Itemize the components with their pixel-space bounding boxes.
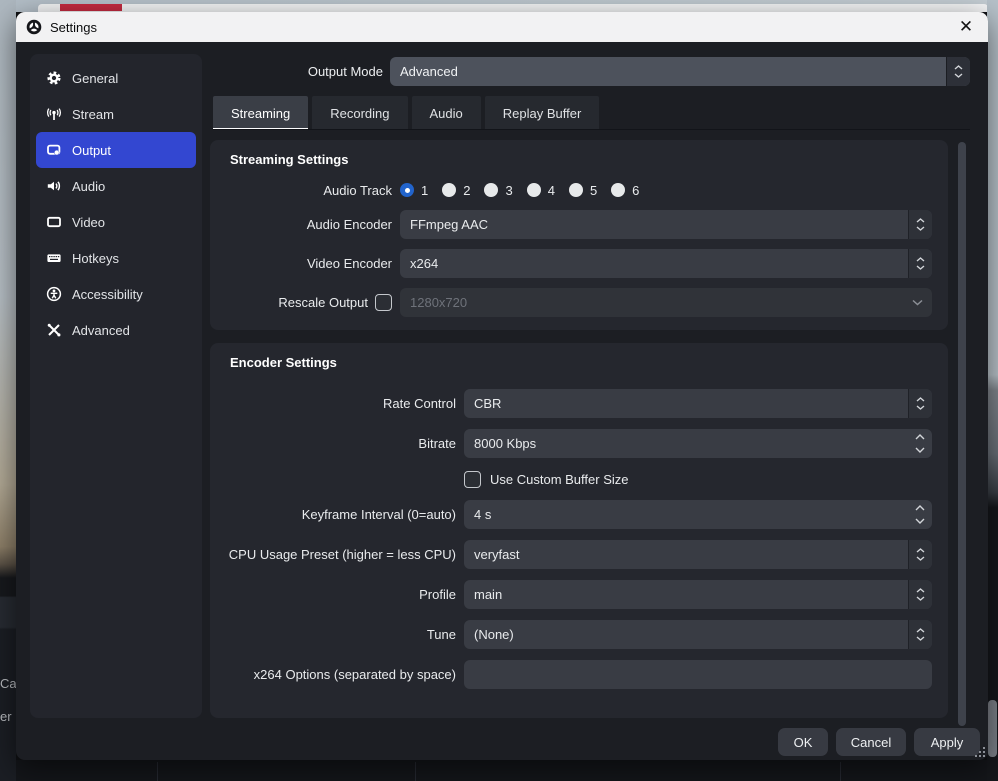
spinner-icon — [908, 249, 932, 278]
audio-track-radio-4[interactable]: 4 — [527, 183, 555, 198]
audio-track-radio-6[interactable]: 6 — [611, 183, 639, 198]
group-title: Encoder Settings — [220, 355, 932, 370]
cancel-button[interactable]: Cancel — [836, 728, 906, 756]
cpu-preset-select[interactable]: veryfast — [464, 540, 932, 569]
audio-track-radio-5[interactable]: 5 — [569, 183, 597, 198]
bitrate-row: Bitrate 8000 Kbps — [220, 429, 932, 458]
sidebar-item-hotkeys[interactable]: Hotkeys — [36, 240, 196, 276]
output-mode-label: Output Mode — [183, 57, 383, 86]
video-encoder-row: Video Encoder x264 — [220, 249, 932, 278]
apply-button[interactable]: Apply — [914, 728, 980, 756]
spinner-icon — [908, 500, 932, 529]
rescale-output-checkbox[interactable] — [375, 294, 392, 311]
radio-icon — [484, 183, 498, 197]
video-encoder-select[interactable]: x264 — [400, 249, 932, 278]
audio-track-radio-2[interactable]: 2 — [442, 183, 470, 198]
settings-scrollbar[interactable] — [958, 142, 966, 726]
custom-buffer-row: Use Custom Buffer Size — [220, 469, 932, 489]
monitor-icon — [46, 214, 62, 230]
tab-audio[interactable]: Audio — [412, 96, 481, 130]
dialog-titlebar: Settings ✕ — [16, 12, 988, 42]
sidebar-item-stream[interactable]: Stream — [36, 96, 196, 132]
x264-options-row: x264 Options (separated by space) — [220, 660, 932, 689]
sidebar-item-audio[interactable]: Audio — [36, 168, 196, 204]
rate-control-row: Rate Control CBR — [220, 389, 932, 418]
audio-encoder-row: Audio Encoder FFmpeg AAC — [220, 210, 932, 239]
rate-control-select[interactable]: CBR — [464, 389, 932, 418]
x264-options-input[interactable] — [464, 660, 932, 689]
spinner-icon — [908, 620, 932, 649]
bitrate-spinbox[interactable]: 8000 Kbps — [464, 429, 932, 458]
keyframe-interval-spinbox[interactable]: 4 s — [464, 500, 932, 529]
speaker-icon — [46, 178, 62, 194]
audio-track-radio-3[interactable]: 3 — [484, 183, 512, 198]
streaming-settings-group: Streaming Settings Audio Track 1 2 — [210, 140, 948, 330]
radio-icon — [569, 183, 583, 197]
sidebar-item-video[interactable]: Video — [36, 204, 196, 240]
chevron-down-icon — [912, 299, 923, 306]
output-mode-select[interactable]: Advanced — [390, 57, 970, 86]
tab-replay-buffer[interactable]: Replay Buffer — [485, 96, 600, 130]
sidebar-item-advanced[interactable]: Advanced — [36, 312, 196, 348]
encoder-settings-group: Encoder Settings Rate Control CBR — [210, 343, 948, 718]
profile-select[interactable]: main — [464, 580, 932, 609]
profile-row: Profile main — [220, 580, 932, 609]
group-title: Streaming Settings — [220, 152, 932, 167]
spinner-icon — [908, 580, 932, 609]
output-tab-bar: Streaming Recording Audio Replay Buffer — [213, 96, 599, 130]
obs-logo-icon — [26, 19, 42, 35]
gear-icon — [46, 70, 62, 86]
tab-streaming[interactable]: Streaming — [213, 96, 308, 130]
keyboard-icon — [46, 250, 62, 266]
rescale-resolution-select[interactable]: 1280x720 — [400, 288, 932, 317]
audio-encoder-select[interactable]: FFmpeg AAC — [400, 210, 932, 239]
background-clipped-text: Ca — [0, 676, 16, 691]
background-scrollbar-thumb — [988, 700, 997, 757]
sidebar-item-output[interactable]: Output — [36, 132, 196, 168]
tab-recording[interactable]: Recording — [312, 96, 407, 130]
settings-sidebar: General Stream Output — [30, 54, 202, 718]
output-icon — [46, 142, 62, 158]
accessibility-icon — [46, 286, 62, 302]
keyframe-interval-row: Keyframe Interval (0=auto) 4 s — [220, 500, 932, 529]
audio-track-row: Audio Track 1 2 3 — [220, 180, 932, 200]
resize-grip[interactable] — [976, 748, 985, 757]
spinner-icon — [908, 210, 932, 239]
audio-track-radio-1[interactable]: 1 — [400, 183, 428, 198]
settings-dialog: Settings ✕ General — [16, 12, 988, 760]
spinner-icon — [908, 429, 932, 458]
broadcast-icon — [46, 106, 62, 122]
spinner-icon — [908, 389, 932, 418]
background-left-sliver — [0, 0, 16, 781]
tab-divider — [213, 129, 970, 130]
close-icon[interactable]: ✕ — [944, 12, 988, 42]
tune-row: Tune (None) — [220, 620, 932, 649]
background-red-strip — [60, 4, 122, 11]
desktop: Ca er Settings ✕ — [0, 0, 998, 781]
dialog-title: Settings — [50, 20, 97, 35]
background-clipped-text: er — [0, 709, 16, 724]
tools-icon — [46, 322, 62, 338]
background-right-sliver — [987, 0, 998, 781]
tune-select[interactable]: (None) — [464, 620, 932, 649]
ok-button[interactable]: OK — [778, 728, 828, 756]
spinner-icon — [946, 57, 970, 86]
radio-icon — [611, 183, 625, 197]
sidebar-item-accessibility[interactable]: Accessibility — [36, 276, 196, 312]
background-window-titlebar — [38, 4, 988, 12]
radio-icon — [442, 183, 456, 197]
sidebar-item-general[interactable]: General — [36, 60, 196, 96]
use-custom-buffer-checkbox[interactable] — [464, 471, 481, 488]
cpu-preset-row: CPU Usage Preset (higher = less CPU) ver… — [220, 540, 932, 569]
dialog-footer: OK Cancel Apply — [778, 728, 980, 756]
background-main-window-strip — [0, 760, 998, 781]
spinner-icon — [908, 540, 932, 569]
radio-icon — [527, 183, 541, 197]
radio-selected-icon — [400, 183, 414, 197]
rescale-output-row: Rescale Output 1280x720 — [220, 288, 932, 317]
